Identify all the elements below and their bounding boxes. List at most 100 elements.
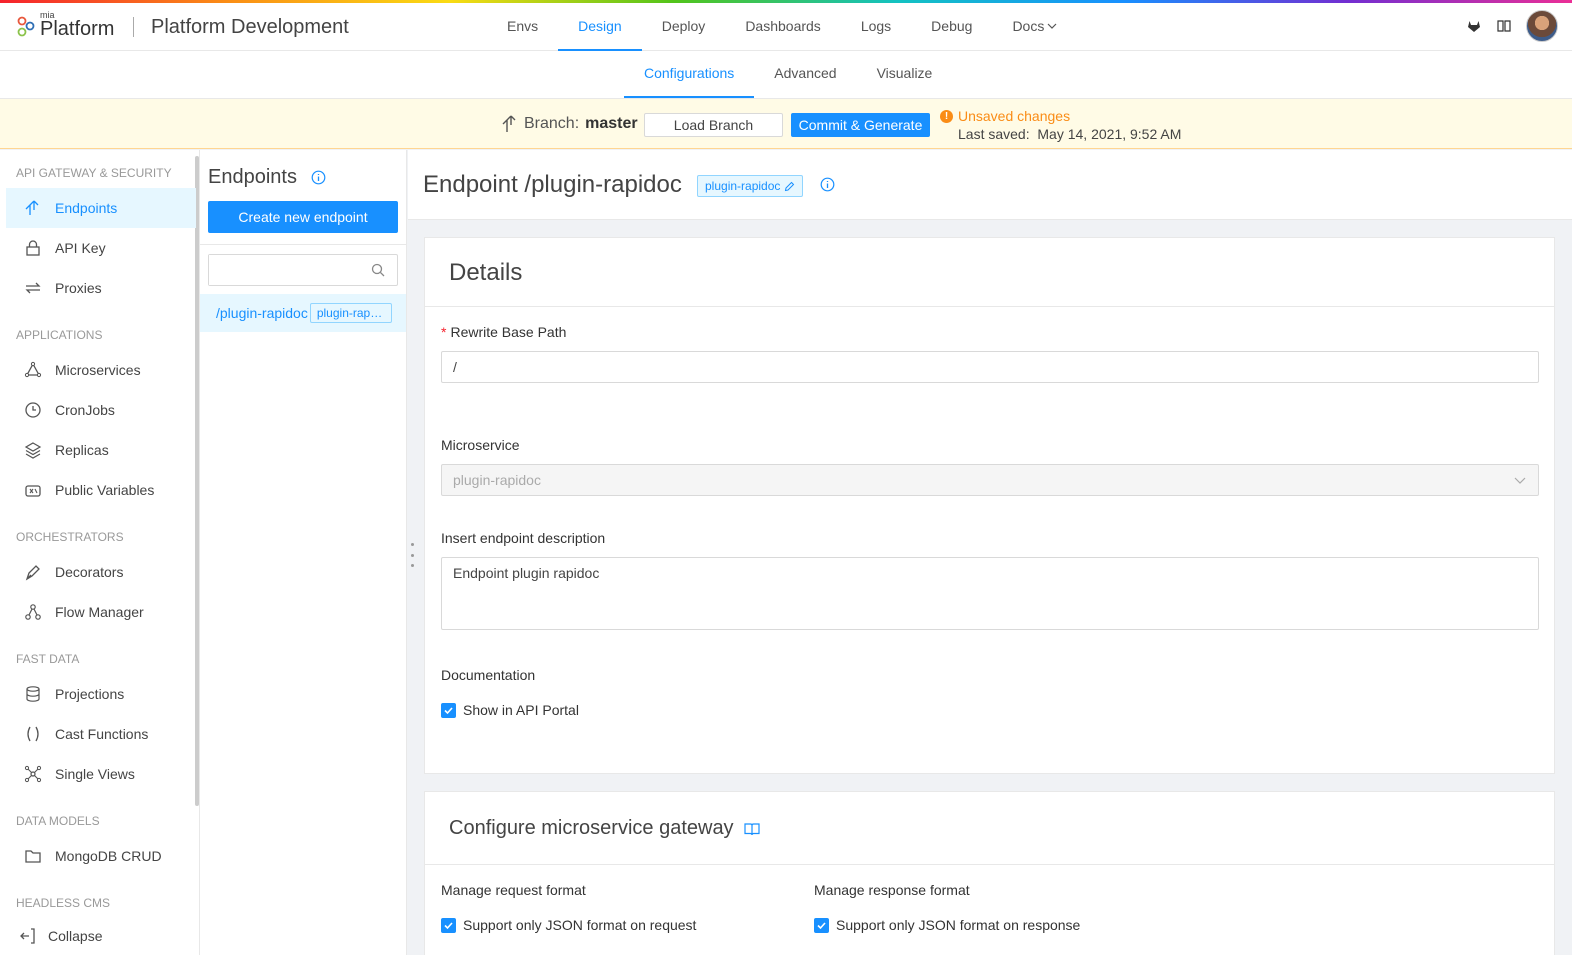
- branch-icon: [502, 115, 516, 132]
- flow-icon: [23, 602, 43, 622]
- sidebar-item-label: Microservices: [55, 362, 141, 378]
- sidebar-item-label: API Key: [55, 240, 106, 256]
- load-branch-button[interactable]: Load Branch: [644, 113, 783, 137]
- sidebar-section-title: API GATEWAY & SECURITY: [16, 166, 172, 180]
- logo[interactable]: mia Platform: [16, 10, 126, 44]
- sidebar-item-public-variables[interactable]: Public Variables: [6, 470, 196, 510]
- sidebar-item-endpoints[interactable]: Endpoints: [6, 188, 196, 228]
- sidebar-item-label: Replicas: [55, 442, 109, 458]
- sidebar-item-cronjobs[interactable]: CronJobs: [6, 390, 196, 430]
- nav-docs[interactable]: Docs: [992, 3, 1077, 51]
- info-icon[interactable]: [820, 177, 835, 192]
- checkbox-checked-icon: [441, 702, 456, 718]
- nav-dashboards[interactable]: Dashboards: [725, 3, 841, 51]
- sidebar-item-projections[interactable]: Projections: [6, 674, 196, 714]
- main-nav: Envs Design Deploy Dashboards Logs Debug…: [487, 3, 1077, 51]
- sidebar-section-title: HEADLESS CMS: [16, 896, 111, 910]
- endpoint-detail-tag[interactable]: plugin-rapidoc: [697, 175, 804, 197]
- last-saved-value: May 14, 2021, 9:52 AM: [1037, 126, 1182, 142]
- tab-configurations[interactable]: Configurations: [624, 51, 755, 98]
- json-request-checkbox[interactable]: Support only JSON format on request: [441, 917, 696, 933]
- description-textarea[interactable]: Endpoint plugin rapidoc: [441, 557, 1539, 630]
- json-response-label: Support only JSON format on response: [836, 917, 1081, 933]
- edit-icon[interactable]: [784, 181, 795, 192]
- sidebar-item-proxies[interactable]: Proxies: [6, 268, 196, 308]
- show-in-api-portal-label: Show in API Portal: [463, 702, 579, 718]
- sidebar-item-label: Decorators: [55, 564, 124, 580]
- nav-design[interactable]: Design: [558, 3, 642, 51]
- sidebar-item-label: Public Variables: [55, 482, 155, 498]
- endpoint-detail-tag-text: plugin-rapidoc: [705, 179, 781, 193]
- commit-generate-button[interactable]: Commit & Generate: [791, 113, 930, 137]
- endpoint-icon: [23, 198, 43, 218]
- checkbox-checked-icon: [441, 917, 456, 933]
- user-avatar[interactable]: [1526, 10, 1558, 42]
- sidebar-item-label: MongoDB CRUD: [55, 848, 162, 864]
- gateway-card-title-text: Configure microservice gateway: [449, 817, 734, 839]
- search-icon[interactable]: [371, 263, 385, 277]
- json-response-checkbox[interactable]: Support only JSON format on response: [814, 917, 1080, 933]
- collapse-button[interactable]: Collapse: [0, 916, 190, 955]
- sidebar-item-single-views[interactable]: Single Views: [6, 754, 196, 794]
- book-icon[interactable]: [743, 822, 760, 836]
- network-icon: [23, 764, 43, 784]
- sidebar-item-label: Cast Functions: [55, 726, 149, 742]
- endpoint-detail-title: Endpoint /plugin-rapidoc: [423, 171, 682, 198]
- microservice-select[interactable]: plugin-rapidoc: [441, 464, 1539, 496]
- gitlab-icon[interactable]: [1466, 18, 1482, 34]
- logo-main-text: Platform: [40, 18, 115, 40]
- json-request-label: Support only JSON format on request: [463, 917, 697, 933]
- endpoint-tag: plugin-rapidoc: [309, 303, 392, 323]
- sidebar-item-mongodb-crud[interactable]: MongoDB CRUD: [6, 836, 196, 876]
- sidebar-item-flow-manager[interactable]: Flow Manager: [6, 592, 196, 632]
- project-title[interactable]: Platform Development: [151, 16, 349, 39]
- documentation-label: Documentation: [441, 667, 536, 683]
- nav-envs[interactable]: Envs: [487, 3, 558, 51]
- endpoint-list-item[interactable]: /plugin-rapidoc plugin-rapidoc: [200, 294, 406, 332]
- tab-visualize[interactable]: Visualize: [857, 51, 953, 98]
- rewrite-base-path-value: /: [453, 359, 457, 375]
- sidebar-section-title: DATA MODELS: [16, 814, 100, 828]
- sidebar-item-decorators[interactable]: Decorators: [6, 552, 196, 592]
- sidebar-item-replicas[interactable]: Replicas: [6, 430, 196, 470]
- description-value: Endpoint plugin rapidoc: [453, 565, 600, 581]
- create-endpoint-button[interactable]: Create new endpoint: [208, 201, 398, 233]
- microservice-label: Microservice: [441, 437, 520, 453]
- endpoint-search-input[interactable]: [209, 255, 359, 285]
- sidebar-item-cast-functions[interactable]: Cast Functions: [6, 714, 196, 754]
- tab-advanced[interactable]: Advanced: [754, 51, 856, 98]
- top-icons: [1466, 10, 1558, 42]
- book-icon[interactable]: [1496, 18, 1512, 34]
- sidebar-item-label: Projections: [55, 686, 125, 702]
- collapse-icon: [18, 926, 38, 946]
- branch-name: master: [585, 115, 638, 132]
- microservice-value: plugin-rapidoc: [453, 472, 541, 488]
- sidebar-item-api-key[interactable]: API Key: [6, 228, 196, 268]
- info-icon[interactable]: [311, 170, 326, 185]
- sidebar-item-label: Endpoints: [55, 200, 118, 216]
- request-format-label: Manage request format: [441, 882, 586, 898]
- folder-icon: [23, 846, 43, 866]
- sidebar-item-label: CronJobs: [55, 402, 115, 418]
- panel-resize-handle[interactable]: [411, 543, 415, 567]
- gateway-card-title: Configure microservice gateway: [449, 817, 760, 840]
- branch-prefix: Branch:: [524, 115, 580, 132]
- nav-debug[interactable]: Debug: [911, 3, 992, 51]
- top-bar: mia Platform Platform Development Envs D…: [0, 3, 1572, 51]
- sidebar-item-label: Proxies: [55, 280, 102, 296]
- rewrite-base-path-label-text: Rewrite Base Path: [450, 324, 567, 340]
- nav-logs[interactable]: Logs: [841, 3, 911, 51]
- last-saved-label: Last saved:: [958, 126, 1030, 142]
- pen-icon: [23, 562, 43, 582]
- details-card-title: Details: [449, 259, 523, 286]
- chevron-down-icon: [1047, 23, 1057, 29]
- branch-indicator: Branch: master: [502, 115, 638, 133]
- show-in-api-portal-checkbox[interactable]: Show in API Portal: [441, 702, 579, 718]
- sidebar-item-microservices[interactable]: Microservices: [6, 350, 196, 390]
- parentheses-icon: [23, 724, 43, 744]
- nav-deploy[interactable]: Deploy: [642, 3, 726, 51]
- response-format-label: Manage response format: [814, 882, 970, 898]
- endpoints-title: Endpoints: [208, 166, 326, 189]
- checkbox-checked-icon: [814, 917, 829, 933]
- rewrite-base-path-input[interactable]: /: [441, 351, 1539, 383]
